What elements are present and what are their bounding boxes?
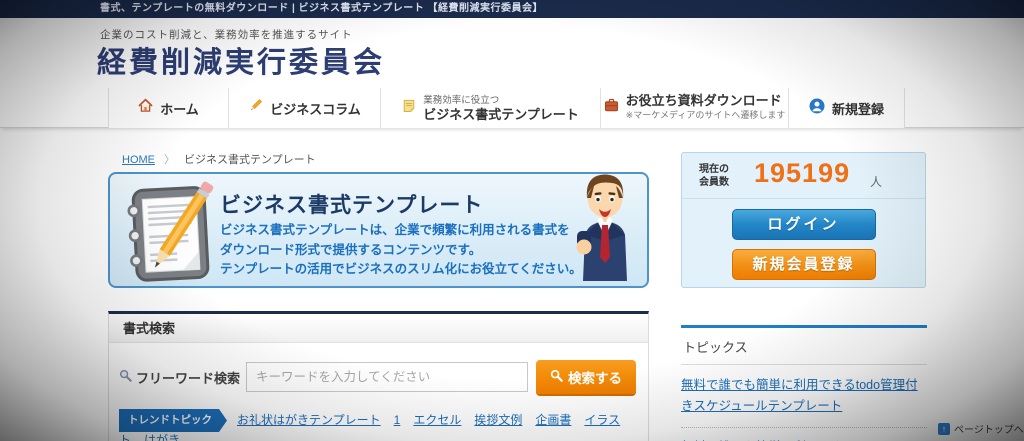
notepad-pencil-icon <box>118 179 218 288</box>
breadcrumb-separator: 〉 <box>164 154 175 166</box>
nav-label: ホーム <box>160 99 199 118</box>
page-meta-title: 書式、テンプレートの無料ダウンロード | ビジネス書式テンプレート 【経費削減実… <box>100 0 543 18</box>
member-count-row: 現在の 会員数 195199 人 <box>682 153 925 199</box>
breadcrumb-current: ビジネス書式テンプレート <box>184 154 316 166</box>
search-panel-title: 書式検索 <box>109 314 648 343</box>
trend-link[interactable]: お礼状はがきテンプレート <box>237 413 381 427</box>
topics-title: トピックス <box>681 328 927 365</box>
topics-link[interactable]: 無料で誰でも簡単に利用できるtodo管理付きスケジュールテンプレート <box>681 365 927 428</box>
breadcrumb: HOME 〉ビジネス書式テンプレート <box>122 151 316 167</box>
login-button[interactable]: ログイン <box>732 209 876 240</box>
trend-link[interactable]: 企画書 <box>535 413 571 427</box>
nav-item-business-column[interactable]: ビジネスコラム <box>228 88 380 128</box>
arrow-up-icon: ↑ <box>938 423 950 435</box>
trend-link[interactable]: 挨拶文例 <box>474 413 522 427</box>
trend-topic-badge: トレンドトピック <box>119 409 227 432</box>
member-count-unit: 人 <box>870 173 882 190</box>
topics-link[interactable]: 無料で誰でも簡単に利用できる3ヶ月スケジュ <box>681 428 927 441</box>
search-submit-button[interactable]: 検索する <box>536 360 636 394</box>
nav-item-business-templates[interactable]: 業務効率に役立つ ビジネス書式テンプレート <box>380 88 600 128</box>
page-top-button[interactable]: ↑ ページトップへ <box>934 417 1024 440</box>
banner-title: ビジネス書式テンプレート <box>220 189 483 219</box>
trend-link[interactable]: 1 <box>394 413 401 427</box>
register-button[interactable]: 新規会員登録 <box>732 249 876 280</box>
trend-link[interactable]: はがき <box>144 433 180 441</box>
nav-label: お役立ち資料ダウンロード <box>626 95 786 107</box>
breadcrumb-home-link[interactable]: HOME <box>122 154 155 166</box>
nav-item-material-download[interactable]: お役立ち資料ダウンロード ※マーケメディアのサイトへ遷移します <box>600 88 788 128</box>
banner-description: ビジネス書式テンプレートは、企業で頻繁に利用される書式を ダウンロード形式で提供… <box>220 221 582 280</box>
hero-banner: ビジネス書式テンプレート ビジネス書式テンプレートは、企業で頻繁に利用される書式… <box>108 172 649 288</box>
pencil-icon <box>248 98 263 118</box>
nav-item-home[interactable]: ホーム <box>108 88 228 128</box>
freeword-search-label: フリーワード検索 <box>119 368 246 387</box>
page: 書式、テンプレートの無料ダウンロード | ビジネス書式テンプレート 【経費削減実… <box>0 0 1024 441</box>
trend-link[interactable]: エクセル <box>413 413 461 427</box>
member-login-panel: 現在の 会員数 195199 人 ログイン 新規会員登録 <box>681 152 926 288</box>
site-logo[interactable]: 経費削減実行委員会 <box>97 39 385 81</box>
document-icon <box>402 98 416 119</box>
member-count-value: 195199 <box>754 158 850 189</box>
businessman-illustration <box>568 172 642 288</box>
search-icon <box>550 369 563 385</box>
nav-sublabel: 業務効率に役立つ <box>423 95 579 107</box>
nav-item-signup[interactable]: 新規登録 <box>788 88 905 128</box>
search-icon <box>119 369 132 385</box>
main-nav: ホーム ビジネスコラム 業務効率に役立つ ビジネス書式テンプレート <box>0 88 1024 128</box>
keyword-search-input[interactable] <box>246 362 528 392</box>
format-search-panel: 書式検索 フリーワード検索 検索する トレンドトピックお礼状はがきテンプレート 1… <box>108 311 649 441</box>
home-icon <box>138 98 153 118</box>
member-count-label: 現在の 会員数 <box>699 163 729 189</box>
briefcase-icon <box>604 98 619 118</box>
nav-label: ビジネス書式テンプレート <box>423 109 579 121</box>
person-icon <box>809 98 825 119</box>
nav-sublabel: ※マーケメディアのサイトへ遷移します <box>626 109 786 121</box>
nav-label: 新規登録 <box>832 99 884 118</box>
nav-label: ビジネスコラム <box>270 99 361 118</box>
trend-topics-row: トレンドトピックお礼状はがきテンプレート1エクセル挨拶文例企画書イラストはがき <box>109 394 648 441</box>
topics-panel: トピックス 無料で誰でも簡単に利用できるtodo管理付きスケジュールテンプレート… <box>681 325 927 441</box>
top-title-bar: 書式、テンプレートの無料ダウンロード | ビジネス書式テンプレート 【経費削減実… <box>0 0 1024 18</box>
